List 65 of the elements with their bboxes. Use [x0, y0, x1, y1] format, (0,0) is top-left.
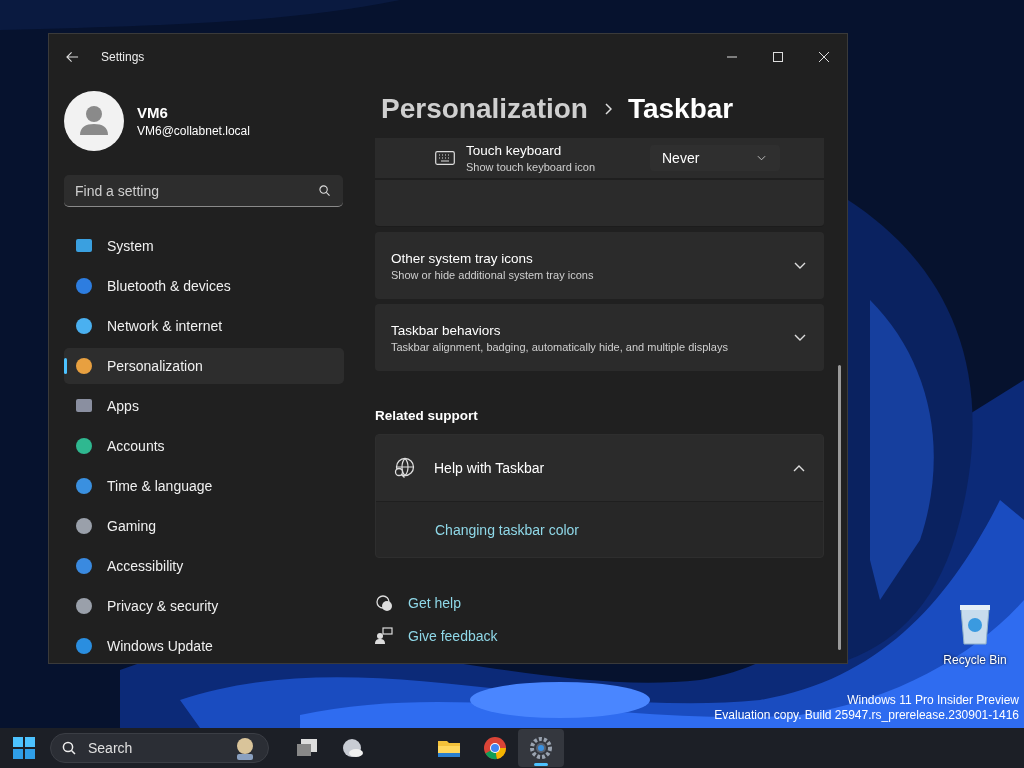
- nav-item[interactable]: System: [64, 228, 344, 264]
- nav-item[interactable]: Windows Update: [64, 628, 344, 664]
- category-icon: [75, 277, 93, 295]
- help-chat-icon: [375, 594, 393, 612]
- user-email: VM6@collabnet.local: [137, 124, 250, 138]
- chevron-icon: [794, 262, 806, 269]
- nav-item[interactable]: Accessibility: [64, 548, 344, 584]
- window-title: Settings: [101, 50, 145, 64]
- category-icon: [75, 397, 93, 415]
- start-icon[interactable]: [13, 737, 35, 759]
- nav-item[interactable]: Time & language: [64, 468, 344, 504]
- expander-header[interactable]: Help with Taskbar: [376, 435, 823, 502]
- chevron-down-icon: [757, 155, 766, 161]
- close-icon[interactable]: [819, 52, 829, 62]
- chevron-icon: [793, 464, 805, 472]
- desktop-icon-label: Recycle Bin: [943, 653, 1007, 667]
- expander-title: Help with Taskbar: [434, 460, 546, 476]
- avatar-icon: [64, 91, 124, 151]
- maximize-icon[interactable]: [773, 52, 783, 62]
- search-icon: [62, 741, 76, 755]
- category-icon: [75, 597, 93, 615]
- chevron-icon: [603, 103, 612, 115]
- expander-card[interactable]: Taskbar behaviors Taskbar alignment, badging, automatically hide, and multiple displays: [375, 304, 824, 371]
- category-icon: [75, 317, 93, 335]
- settings-gear-icon[interactable]: [518, 729, 564, 767]
- nav-item[interactable]: Apps: [64, 388, 344, 424]
- setting-title: Taskbar behaviors: [391, 322, 502, 338]
- footer-link[interactable]: Give feedback: [408, 628, 498, 644]
- user-name: VM6: [137, 104, 169, 121]
- footer-link[interactable]: Get help: [408, 595, 461, 611]
- setting-title: Touch keyboard: [466, 143, 563, 158]
- back-arrow-icon[interactable]: [66, 51, 79, 63]
- search-field[interactable]: Find a setting: [64, 175, 343, 207]
- setting-description: Taskbar alignment, badging, automatically hide, and multiple displays: [391, 340, 729, 353]
- recycle-bin-icon[interactable]: [958, 603, 992, 645]
- keyboard-icon: [435, 151, 455, 165]
- breadcrumb-link[interactable]: Personalization: [381, 93, 588, 125]
- category-icon: [75, 477, 93, 495]
- category-icon: [75, 437, 93, 455]
- dropdown[interactable]: Never: [650, 145, 780, 171]
- category-icon: [75, 517, 93, 535]
- category-icon: [75, 557, 93, 575]
- watermark-text: Evaluation copy. Build 25947.rs_prerelease.230901-1416: [714, 708, 1019, 723]
- nav-item[interactable]: Network & internet: [64, 308, 344, 344]
- setting-description: Show touch keyboard icon: [466, 161, 597, 173]
- section-heading: Related support: [375, 408, 479, 423]
- category-icon: [75, 637, 93, 655]
- nav-item[interactable]: Bluetooth & devices: [64, 268, 344, 304]
- setting-description: Show or hide additional system tray icons: [391, 268, 595, 281]
- nav-item[interactable]: Privacy & security: [64, 588, 344, 624]
- globe-search-icon: [393, 457, 415, 479]
- help-link[interactable]: Changing taskbar color: [435, 521, 579, 538]
- search-icon: [319, 185, 330, 196]
- nav-item[interactable]: Personalization: [64, 348, 344, 384]
- watermark-text: Windows 11 Pro Insider Preview: [846, 693, 1019, 708]
- category-icon: [75, 357, 93, 375]
- chevron-icon: [794, 334, 806, 341]
- nav-item[interactable]: Gaming: [64, 508, 344, 544]
- setting-title: Other system tray icons: [391, 250, 534, 266]
- feedback-icon: [375, 627, 393, 645]
- category-icon: [75, 237, 93, 255]
- page-title: Taskbar: [627, 93, 734, 125]
- nav-item[interactable]: Accounts: [64, 428, 344, 464]
- expander-card[interactable]: Other system tray icons Show or hide additional system tray icons: [375, 232, 824, 299]
- taskbar-search[interactable]: Search: [50, 733, 269, 763]
